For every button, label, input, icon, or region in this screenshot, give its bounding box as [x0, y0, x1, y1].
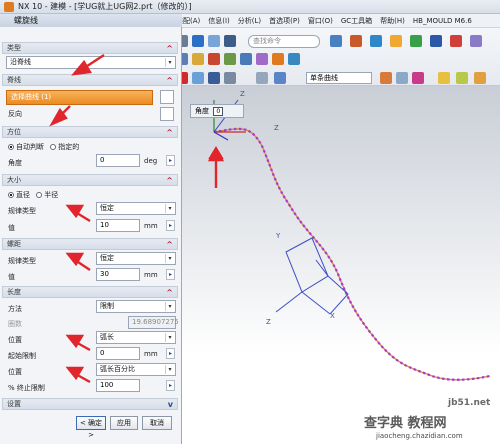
watermark-url: jiaocheng.chazidian.com	[376, 432, 463, 440]
watermark-main: 查字典 教程网	[364, 416, 447, 431]
annotation-arrows	[49, 53, 225, 384]
watermark-site: jb51.net	[448, 398, 491, 408]
